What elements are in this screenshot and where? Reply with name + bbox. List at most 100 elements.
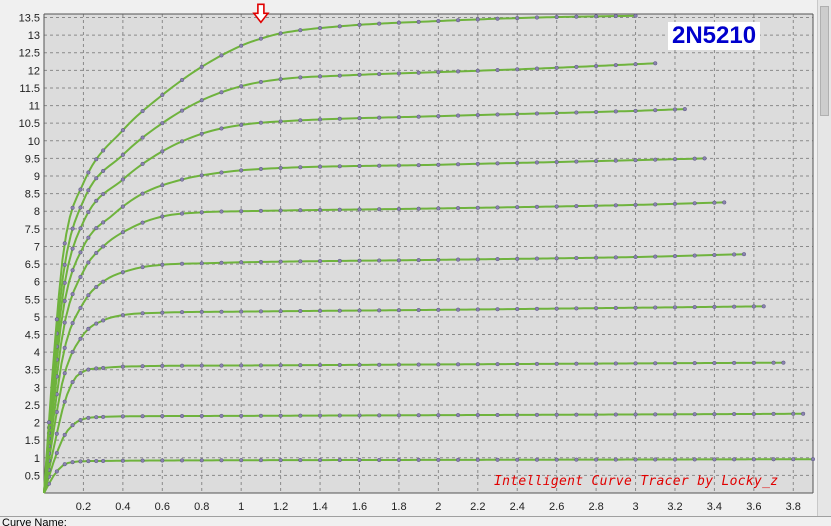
curve-point (534, 15, 540, 20)
y-tick-label: 13 (28, 30, 40, 42)
y-tick-label: 10.5 (19, 118, 40, 130)
curve-point (613, 14, 618, 19)
curve-point (219, 90, 224, 95)
curve-point (199, 131, 204, 136)
curve-point (672, 305, 678, 310)
curve-point (337, 308, 342, 313)
curve-point (199, 64, 204, 69)
curve-point (594, 63, 599, 69)
y-tick-label: 5 (34, 312, 40, 324)
curve-point (692, 305, 697, 310)
curve-point (239, 458, 244, 463)
curve-point (396, 457, 401, 463)
curve-point (258, 166, 263, 172)
curve-point (298, 458, 303, 463)
curve-point (337, 413, 342, 418)
curve-point (534, 111, 540, 116)
curve-point (751, 411, 756, 417)
curve-point (633, 254, 638, 260)
chart-canvas: 0.2 0.4 0.6 0.8 1 1.2 1.4 1.6 1.8 2 2.2 2.4 2.6 2.8 3 3… (19, 3, 816, 513)
curve-point (436, 162, 441, 167)
curve-point (94, 226, 99, 231)
curve-point (70, 246, 75, 251)
curve-point (120, 204, 125, 209)
curve-point (574, 306, 579, 311)
y-tick-label: 1 (34, 453, 40, 465)
curve-point (554, 256, 559, 261)
curve-point (160, 121, 165, 126)
curve-point (298, 28, 303, 33)
y-tick-label: 6 (34, 277, 40, 289)
y-tick-label: 7 (34, 241, 40, 253)
curve-point (515, 256, 520, 261)
curve-point (416, 19, 421, 24)
curve-point (62, 298, 67, 304)
scrollbar-thumb[interactable] (820, 6, 829, 116)
curve-point (594, 14, 599, 19)
curve-point (712, 360, 717, 366)
curve-point (534, 256, 540, 261)
curve-point (70, 423, 75, 428)
curve-point (179, 139, 185, 144)
curve-point (594, 412, 599, 417)
curve-point (495, 161, 500, 166)
curve-point (791, 411, 796, 416)
curve-point (732, 304, 737, 309)
curve-point (140, 265, 145, 270)
curve-point (534, 457, 540, 462)
curve-point (456, 257, 461, 262)
curve-point (199, 363, 204, 368)
curve-point (613, 158, 618, 163)
curve-point (140, 191, 145, 196)
curve-point (140, 161, 145, 166)
curve-point (86, 459, 91, 464)
curve-point (594, 255, 599, 260)
curve-point (495, 112, 500, 117)
curve-point (120, 313, 125, 318)
curve-point (456, 113, 461, 118)
curve-point (554, 159, 559, 165)
curve-point (357, 22, 362, 27)
curve-point (219, 53, 224, 58)
y-tick-label: 13.5 (19, 13, 40, 25)
curve-point (298, 259, 303, 264)
curve-point (140, 135, 145, 140)
curve-point (179, 458, 185, 463)
curve-point (613, 361, 618, 366)
x-tick-label: 1.6 (352, 501, 367, 513)
curve-point (86, 188, 91, 193)
y-tick-label: 1.5 (25, 435, 40, 447)
curve-point (692, 412, 697, 417)
curve-point (120, 128, 125, 133)
curve-point (70, 379, 75, 385)
curve-point (692, 156, 697, 161)
curve-point (475, 68, 480, 73)
curve-point (357, 362, 362, 367)
curve-point (278, 208, 283, 213)
curve-point (594, 203, 599, 208)
curve-point (86, 260, 91, 265)
curve-point (140, 220, 145, 225)
curve-point (78, 250, 83, 255)
curve-point (160, 149, 165, 154)
curve-point (672, 107, 678, 112)
curve-point (62, 432, 67, 437)
curve-point (357, 163, 362, 169)
curve-point (741, 252, 747, 257)
curve-point (534, 306, 540, 311)
curve-point (633, 108, 638, 113)
y-tick-label: 7.5 (25, 224, 40, 236)
y-tick-label: 8 (34, 206, 40, 218)
curve-point (475, 112, 480, 118)
curve-point (54, 409, 59, 415)
curve-point (692, 201, 697, 206)
curve-point (456, 413, 461, 418)
y-tick-label: 6.5 (25, 259, 40, 271)
curve-point (377, 457, 382, 463)
vertical-scrollbar[interactable] (817, 0, 831, 516)
curve-point (574, 412, 579, 417)
curve-point (101, 279, 106, 284)
curve-point (120, 414, 125, 419)
curve-point (436, 362, 441, 367)
curve-point (456, 307, 461, 312)
